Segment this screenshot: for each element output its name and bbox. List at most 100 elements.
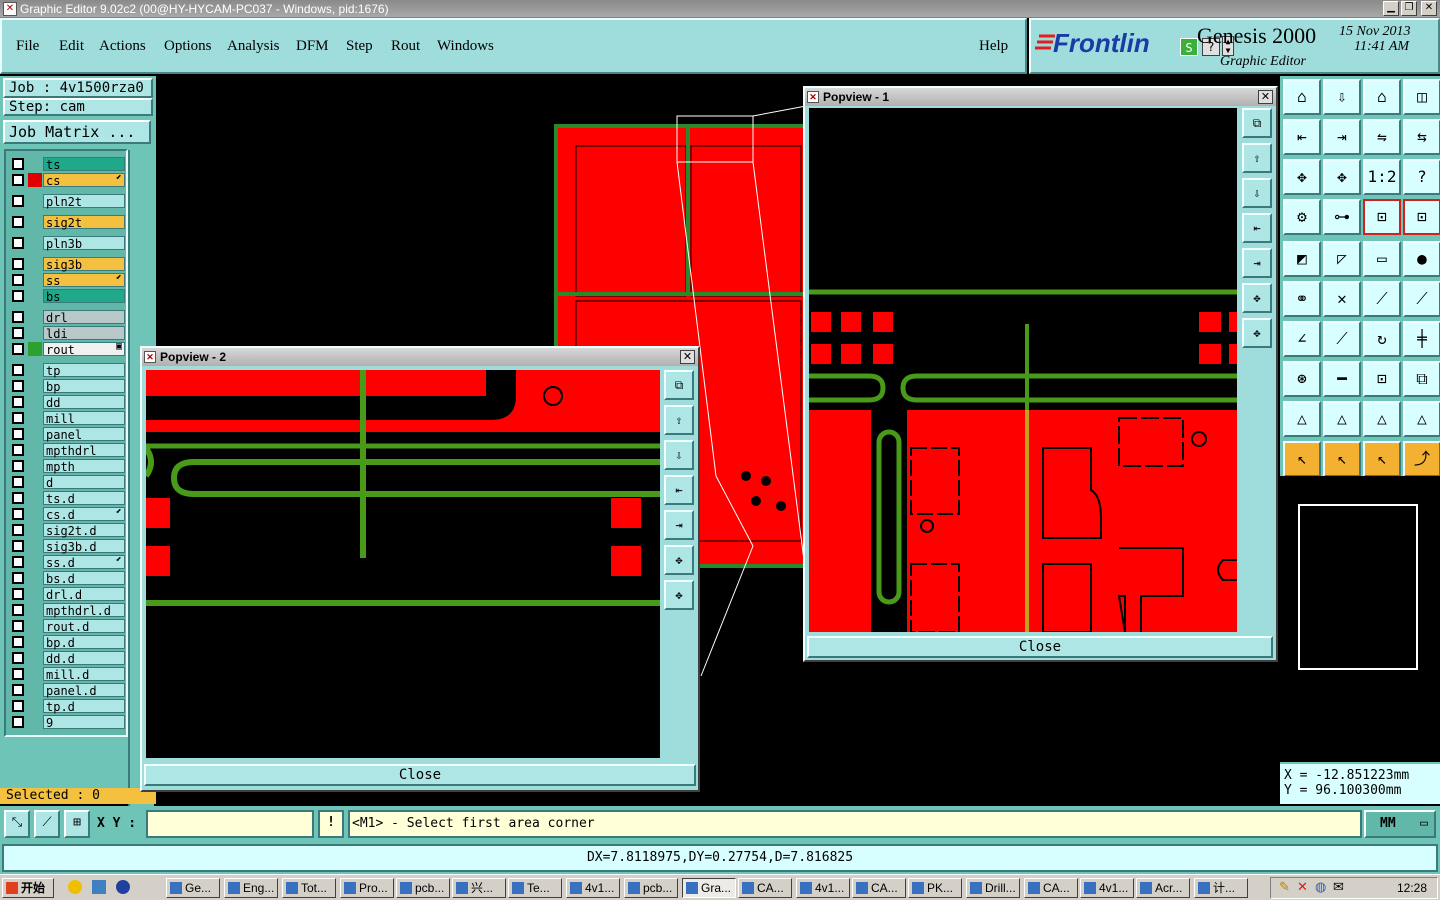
- layer-color-swatch[interactable]: [28, 667, 42, 681]
- alert-icon[interactable]: !: [318, 810, 344, 838]
- drop-icon[interactable]: ⇩: [1323, 79, 1361, 115]
- layer-row-drl[interactable]: drl: [9, 310, 125, 325]
- menu-windows[interactable]: Windows: [437, 38, 494, 55]
- draw-icon[interactable]: ◸: [1323, 241, 1361, 277]
- layer-row-rout-d[interactable]: rout.d: [9, 619, 125, 634]
- layer-color-swatch[interactable]: [28, 587, 42, 601]
- layer-color-swatch[interactable]: [28, 157, 42, 171]
- layer-row-sig3b[interactable]: sig3b: [9, 257, 125, 272]
- left-icon[interactable]: ⇤: [1283, 119, 1321, 155]
- taskbar-item[interactable]: 计...: [1194, 878, 1248, 898]
- pan-right-icon[interactable]: ⇥: [1242, 248, 1272, 278]
- layer-color-swatch[interactable]: [28, 443, 42, 457]
- layer-row-mpthdrl-d[interactable]: mpthdrl.d: [9, 603, 125, 618]
- tri-blue2-icon[interactable]: △: [1403, 401, 1440, 437]
- layer-checkbox[interactable]: [12, 311, 24, 323]
- layer-row-mpthdrl[interactable]: mpthdrl: [9, 443, 125, 458]
- layer-color-swatch[interactable]: [28, 603, 42, 617]
- group-icon[interactable]: ⧉: [1403, 361, 1440, 397]
- layer-color-swatch[interactable]: [28, 683, 42, 697]
- layer-checkbox[interactable]: [12, 380, 24, 392]
- layer-color-swatch[interactable]: [28, 651, 42, 665]
- layer-checkbox[interactable]: [12, 158, 24, 170]
- taskbar-item[interactable]: Acr...: [1136, 878, 1190, 898]
- layer-row-bp[interactable]: bp: [9, 379, 125, 394]
- cross-icon[interactable]: ✕: [1323, 281, 1361, 317]
- zoom-in-icon[interactable]: ⧉: [1242, 108, 1272, 138]
- rotate-icon[interactable]: ↻: [1363, 321, 1401, 357]
- layer-checkbox[interactable]: [12, 492, 24, 504]
- net-red2-icon[interactable]: ⊡: [1403, 199, 1440, 235]
- popview-2-titlebar[interactable]: ✕ Popview - 2 ✕: [142, 348, 698, 366]
- nodes-icon[interactable]: ⚭: [1283, 281, 1321, 317]
- menu-step[interactable]: Step: [346, 38, 373, 55]
- right-icon[interactable]: ⇥: [1323, 119, 1361, 155]
- layer-row-mill[interactable]: mill: [9, 411, 125, 426]
- layer-row-dd[interactable]: dd: [9, 395, 125, 410]
- frame-icon[interactable]: ⊡: [1363, 361, 1401, 397]
- layer-color-swatch[interactable]: [28, 173, 42, 187]
- start-button[interactable]: 开始: [2, 878, 54, 898]
- quicklaunch-browser-icon[interactable]: [116, 880, 130, 894]
- layer-row-pln3b[interactable]: pln3b: [9, 236, 125, 251]
- layer-checkbox[interactable]: [12, 327, 24, 339]
- layer-checkbox[interactable]: [12, 195, 24, 207]
- s-icon[interactable]: S: [1180, 38, 1198, 56]
- layer-color-swatch[interactable]: [28, 411, 42, 425]
- zoom-in-icon[interactable]: ⧉: [664, 370, 694, 400]
- menu-dfm[interactable]: DFM: [296, 38, 329, 55]
- help-icon[interactable]: ?: [1403, 159, 1440, 195]
- taskbar-item[interactable]: pcb...: [396, 878, 450, 898]
- layer-row-ss-d[interactable]: ss.d ⬋: [9, 554, 125, 570]
- dash-icon[interactable]: ━: [1323, 361, 1361, 397]
- layer-color-swatch[interactable]: [28, 310, 42, 324]
- layer-checkbox[interactable]: [12, 444, 24, 456]
- layer-color-swatch[interactable]: [28, 236, 42, 250]
- maximize-button[interactable]: ❐: [1401, 1, 1417, 16]
- pan-left-icon[interactable]: ⇤: [1242, 213, 1272, 243]
- menu-actions[interactable]: Actions: [99, 38, 146, 55]
- layer-checkbox[interactable]: [12, 620, 24, 632]
- layer-checkbox[interactable]: [12, 274, 24, 286]
- taskbar-item[interactable]: Eng...: [224, 878, 278, 898]
- menu-help[interactable]: Help: [979, 38, 1008, 55]
- pan-down-icon[interactable]: ⇩: [664, 440, 694, 470]
- pan-left-icon[interactable]: ⇤: [664, 475, 694, 505]
- layer-row-drl-d[interactable]: drl.d: [9, 587, 125, 602]
- layer-row-tp-d[interactable]: tp.d: [9, 699, 125, 714]
- layer-checkbox[interactable]: [12, 668, 24, 680]
- layer-color-swatch[interactable]: [28, 215, 42, 229]
- units-select[interactable]: MM ▭: [1364, 810, 1436, 838]
- layer-row-bp-d[interactable]: bp.d: [9, 635, 125, 650]
- layer-row-bs-d[interactable]: bs.d: [9, 571, 125, 586]
- layer-color-swatch[interactable]: [28, 715, 42, 729]
- job-matrix-button[interactable]: Job Matrix ...: [3, 120, 151, 144]
- line2-icon[interactable]: ⟋: [1403, 281, 1440, 317]
- layer-color-swatch[interactable]: [28, 342, 42, 356]
- zoom-area-icon[interactable]: ⤡: [4, 810, 30, 838]
- menu-options[interactable]: Options: [164, 38, 212, 55]
- pointer-icon[interactable]: ↖: [1283, 441, 1321, 477]
- taskbar-item[interactable]: Tot...: [282, 878, 336, 898]
- pad-icon[interactable]: ⊛: [1283, 361, 1321, 397]
- center-icon[interactable]: ✥: [1323, 159, 1361, 195]
- link-icon[interactable]: ⊶: [1323, 199, 1361, 235]
- quicklaunch-app-icon[interactable]: [92, 880, 106, 894]
- window-icon[interactable]: ◫: [1403, 79, 1440, 115]
- taskbar-item[interactable]: Drill...: [966, 878, 1020, 898]
- quicklaunch-clock-icon[interactable]: [68, 880, 82, 894]
- layer-row-ts-d[interactable]: ts.d: [9, 491, 125, 506]
- tri-blue-icon[interactable]: △: [1323, 401, 1361, 437]
- taskbar-item[interactable]: 4v1...: [796, 878, 850, 898]
- layer-checkbox[interactable]: [12, 364, 24, 376]
- menu-analysis[interactable]: Analysis: [227, 38, 280, 55]
- layer-color-swatch[interactable]: [28, 491, 42, 505]
- slash-icon[interactable]: ⟋: [1323, 321, 1361, 357]
- layer-checkbox[interactable]: [12, 588, 24, 600]
- net-red-icon[interactable]: ⊡: [1363, 199, 1401, 235]
- tray-network-icon[interactable]: ◍: [1315, 879, 1326, 895]
- taskbar-item[interactable]: 4v1...: [566, 878, 620, 898]
- layer-color-swatch[interactable]: [28, 539, 42, 553]
- layer-checkbox[interactable]: [12, 412, 24, 424]
- tray-pen-icon[interactable]: ✎: [1279, 879, 1290, 895]
